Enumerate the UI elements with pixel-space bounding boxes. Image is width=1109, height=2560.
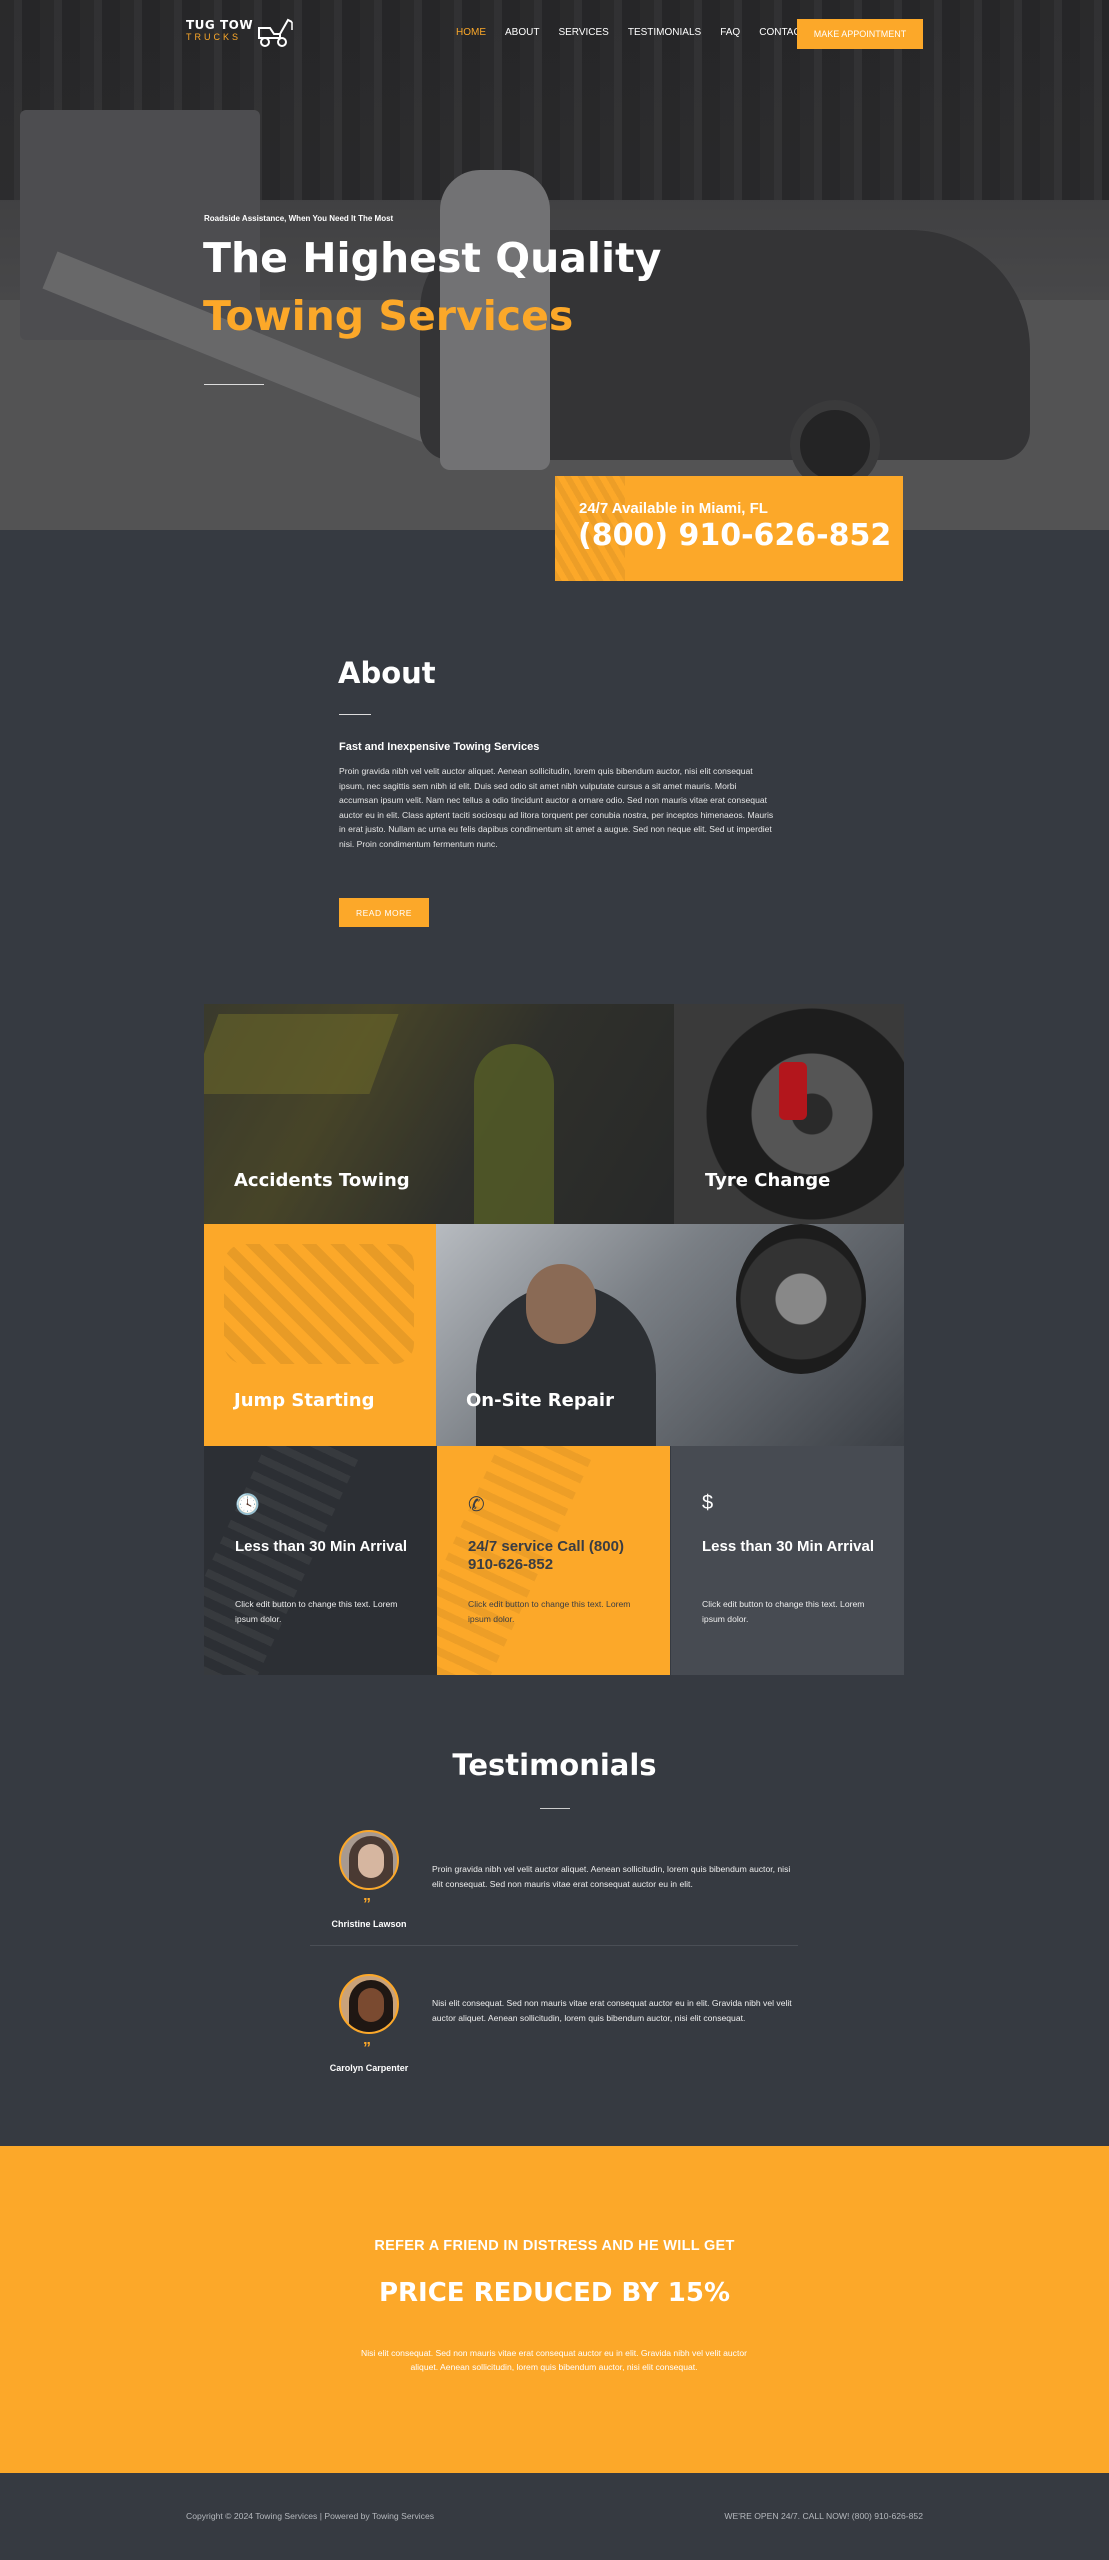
avatar-face xyxy=(358,1988,384,2022)
about-divider xyxy=(339,714,371,715)
availability-text: 24/7 Available in Miami, FL xyxy=(579,500,768,517)
testimonial-text: Proin gravida nibh vel velit auctor aliq… xyxy=(432,1864,791,1889)
testimonial-divider xyxy=(310,1945,798,1946)
about-title: About xyxy=(338,656,436,690)
hero-title-line2: Towing Services xyxy=(203,292,574,340)
testimonials-divider xyxy=(540,1808,570,1809)
nav-menu: HOME ABOUT SERVICES TESTIMONIALS FAQ CON… xyxy=(456,27,826,38)
hero-title-line1: The Highest Quality xyxy=(203,234,662,282)
feature-title: Less than 30 Min Arrival xyxy=(702,1538,875,1555)
testimonials-title: Testimonials xyxy=(452,1748,657,1782)
testimonial-text: Nisi elit consequat. Sed non mauris vita… xyxy=(432,1998,792,2023)
tile-overlay xyxy=(204,1004,674,1224)
phone-icon: ✆ xyxy=(468,1494,485,1516)
dollar-icon: $ xyxy=(702,1492,714,1514)
footer: Copyright © 2024 Towing Services | Power… xyxy=(0,2473,1109,2560)
hero-divider xyxy=(204,384,264,385)
nav-item-home[interactable]: HOME xyxy=(456,27,486,38)
quote-icon: ” xyxy=(363,1896,371,1913)
brand-subname: TRUCKS xyxy=(186,32,242,42)
service-tile-jump-starting[interactable]: Jump Starting xyxy=(204,1224,436,1446)
copyright-text: Copyright © 2024 Towing Services | Power… xyxy=(186,2511,435,2521)
service-tile-tyre-change[interactable]: Tyre Change xyxy=(674,1004,904,1224)
promo-heading: REFER A FRIEND IN DISTRESS AND HE WILL G… xyxy=(374,2238,735,2254)
feature-card-pricing: $ Less than 30 Min Arrival Click edit bu… xyxy=(671,1446,904,1675)
engine-image xyxy=(224,1244,414,1364)
referral-promo-section: REFER A FRIEND IN DISTRESS AND HE WILL G… xyxy=(0,2146,1109,2473)
top-navigation: TUG TOW TRUCKS HOME ABOUT SERVICES TESTI… xyxy=(0,0,1109,68)
feature-title: Less than 30 Min Arrival xyxy=(235,1538,408,1555)
mechanic-head-image xyxy=(526,1264,596,1344)
feature-text: Click edit button to change this text. L… xyxy=(702,1599,865,1624)
brake-caliper-image xyxy=(779,1062,807,1120)
feature-title: 24/7 service Call (800) 910-626-852 xyxy=(468,1538,624,1573)
service-tile-accidents-towing[interactable]: Accidents Towing xyxy=(204,1004,674,1224)
service-tile-on-site-repair[interactable]: On-Site Repair xyxy=(436,1224,904,1446)
brand-logo[interactable]: TUG TOW TRUCKS xyxy=(186,18,253,42)
brand-name: TUG TOW xyxy=(186,18,254,32)
about-text: Proin gravida nibh vel velit auctor aliq… xyxy=(339,766,774,849)
tow-truck-logo-icon xyxy=(258,18,293,47)
avatar xyxy=(339,1830,399,1890)
feature-card-arrival: 🕓 Less than 30 Min Arrival Click edit bu… xyxy=(204,1446,437,1675)
avatar-face xyxy=(358,1844,384,1878)
promo-title: PRICE REDUCED BY 15% xyxy=(378,2278,731,2308)
feature-text: Click edit button to change this text. L… xyxy=(468,1599,631,1624)
service-label: Accidents Towing xyxy=(234,1170,410,1191)
nav-item-testimonials[interactable]: TESTIMONIALS xyxy=(628,27,701,38)
nav-item-faq[interactable]: FAQ xyxy=(720,27,740,38)
nav-item-services[interactable]: SERVICES xyxy=(558,27,608,38)
phone-number-link[interactable]: (800) 910-626-852 xyxy=(578,518,891,553)
testimonial-author: Carolyn Carpenter xyxy=(329,2063,409,2073)
quote-icon: ” xyxy=(363,2040,371,2057)
service-label: Jump Starting xyxy=(234,1390,375,1411)
tyre-tread-decoration xyxy=(204,1446,359,1675)
about-subtitle: Fast and Inexpensive Towing Services xyxy=(339,741,540,753)
testimonial-author: Christine Lawson xyxy=(331,1919,407,1929)
clock-icon: 🕓 xyxy=(235,1494,260,1516)
feature-card-service-call: ✆ 24/7 service Call (800) 910-626-852 Cl… xyxy=(437,1446,670,1675)
nav-item-about[interactable]: ABOUT xyxy=(505,27,539,38)
read-more-button[interactable]: READ MORE xyxy=(339,898,429,927)
service-label: Tyre Change xyxy=(705,1170,831,1191)
footer-call-text[interactable]: WE'RE OPEN 24/7. CALL NOW! (800) 910-626… xyxy=(724,2511,923,2521)
hero-tagline: Roadside Assistance, When You Need It Th… xyxy=(204,214,394,223)
availability-callbox: 24/7 Available in Miami, FL (800) 910-62… xyxy=(555,476,903,581)
avatar xyxy=(339,1974,399,2034)
service-label: On-Site Repair xyxy=(466,1390,614,1411)
wheel-image xyxy=(736,1224,866,1374)
hero-section: TUG TOW TRUCKS HOME ABOUT SERVICES TESTI… xyxy=(0,0,1109,530)
promo-text: Nisi elit consequat. Sed non mauris vita… xyxy=(361,2348,747,2372)
make-appointment-button[interactable]: MAKE APPOINTMENT xyxy=(797,19,923,49)
feature-text: Click edit button to change this text. L… xyxy=(235,1599,398,1624)
